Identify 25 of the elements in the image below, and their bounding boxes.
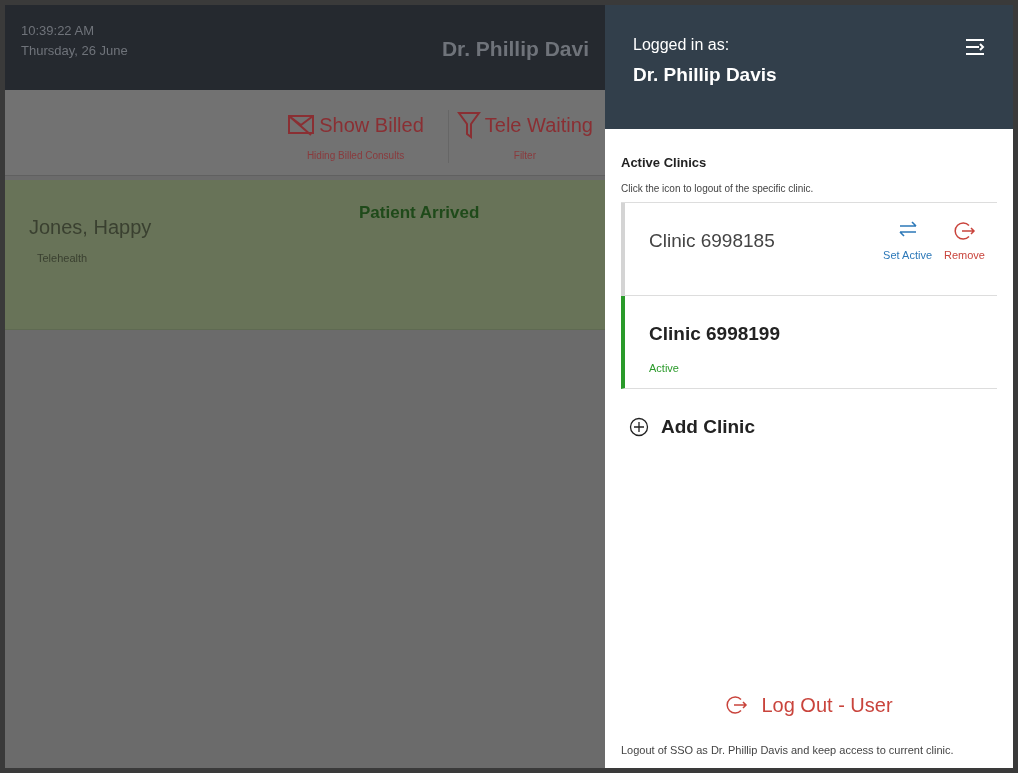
clinic-row[interactable]: Clinic 6998185 Set Active Remove	[621, 202, 997, 296]
menu-icon[interactable]	[965, 37, 985, 57]
logout-button[interactable]: Log Out - User	[725, 690, 893, 720]
section-hint: Click the icon to logout of the specific clinic.	[621, 181, 815, 196]
user-name: Dr. Phillip Davis	[633, 63, 777, 87]
logout-icon	[725, 693, 750, 717]
clinic-name: Clinic 6998199	[649, 321, 780, 346]
doctor-name: Dr. Phillip Davi	[441, 36, 589, 62]
filter-icon	[456, 111, 481, 139]
remove-button[interactable]: Remove	[944, 218, 985, 263]
logout-note: Logout of SSO as Dr. Phillip Davis and keep access to current clinic.	[621, 743, 955, 758]
patient-status: Patient Arrived	[359, 202, 480, 224]
crossed-envelope-icon	[287, 113, 316, 137]
add-clinic-button[interactable]: Add Clinic	[629, 412, 997, 441]
logged-in-label: Logged in as:	[633, 35, 731, 55]
clock-time: 10:39:22 AM	[21, 22, 95, 40]
section-title: Active Clinics	[621, 154, 708, 172]
current-date: Thursday, 26 June	[21, 42, 128, 60]
clinic-name: Clinic 6998185	[649, 228, 775, 253]
swap-arrows-icon	[897, 218, 918, 239]
toolbar-caption: Filter	[513, 149, 536, 163]
plus-circle-icon	[629, 416, 649, 437]
set-active-button[interactable]: Set Active	[883, 218, 933, 263]
clinic-status: Active	[649, 361, 680, 376]
clinic-row[interactable]: Clinic 6998199 Active	[621, 295, 997, 389]
